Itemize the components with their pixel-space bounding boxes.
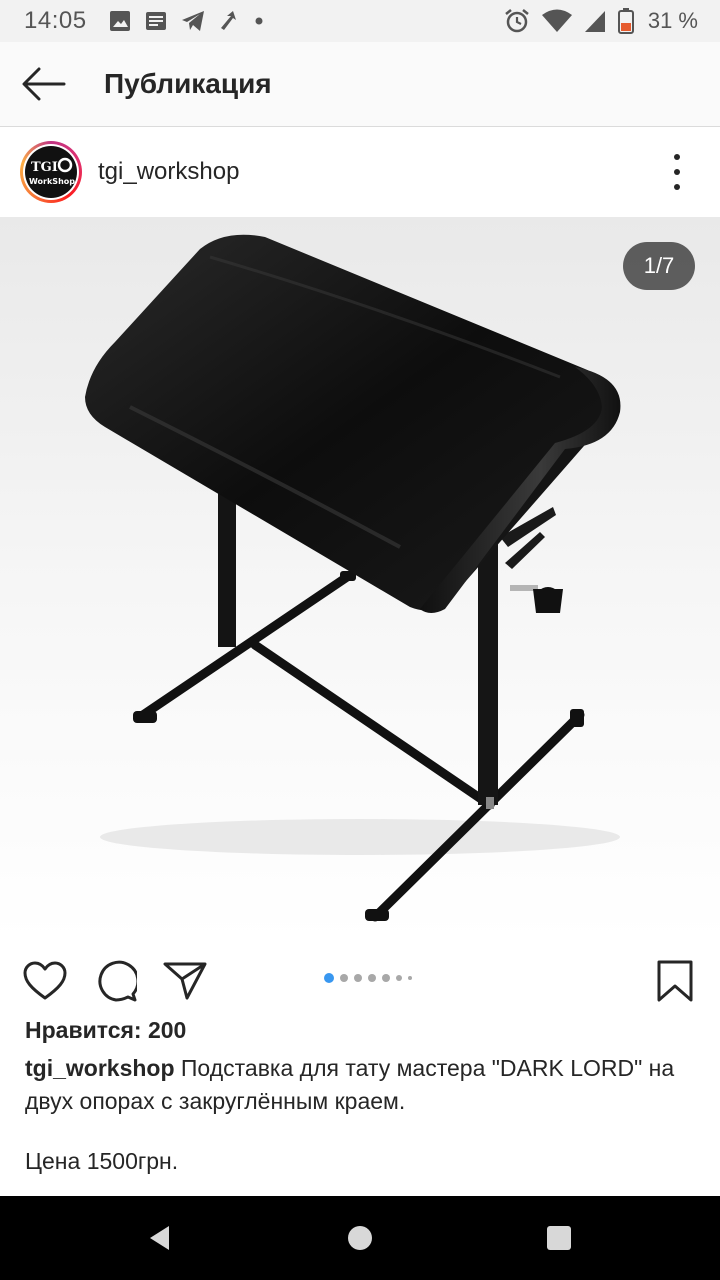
bookmark-icon	[657, 960, 693, 1002]
nav-recents-button[interactable]	[539, 1218, 579, 1258]
back-arrow-icon	[22, 67, 66, 101]
heart-icon	[23, 961, 67, 1000]
save-button[interactable]	[652, 958, 698, 1004]
system-nav-bar	[0, 1196, 720, 1280]
caption: tgi_workshop Подставка для тату мастера …	[25, 1052, 697, 1118]
likes-count[interactable]: Нравится: 200	[25, 1017, 186, 1044]
wifi-icon	[541, 9, 572, 32]
like-button[interactable]	[22, 958, 68, 1004]
back-button[interactable]	[12, 52, 76, 116]
alarm-icon	[505, 9, 529, 33]
telegram-icon	[181, 11, 204, 31]
svg-text:WorkShop: WorkShop	[29, 177, 75, 186]
svg-text:TGI: TGI	[31, 160, 58, 175]
nav-recents-icon	[547, 1226, 571, 1250]
more-dot	[674, 154, 680, 160]
post-header: TGI WorkShop tgi_workshop	[0, 127, 720, 217]
comment-button[interactable]	[93, 958, 139, 1004]
caption-price: Цена 1500грн.	[25, 1148, 179, 1174]
avatar[interactable]: TGI WorkShop	[20, 141, 82, 203]
carousel-dot	[368, 974, 376, 982]
share-icon	[163, 962, 207, 1000]
carousel-dot	[408, 976, 412, 980]
signal-icon	[584, 11, 605, 32]
more-dot	[674, 184, 680, 190]
post-image[interactable]: 1/7	[0, 217, 720, 942]
action-bar	[0, 942, 720, 1018]
share-button[interactable]	[162, 958, 208, 1004]
app-bar: Публикация	[0, 42, 720, 127]
more-options-button[interactable]	[662, 154, 692, 190]
arrow-icon	[220, 11, 236, 30]
battery-icon	[617, 8, 634, 34]
nav-back-icon	[150, 1226, 169, 1250]
image-icon	[109, 11, 130, 31]
battery-percent: 31 %	[647, 8, 698, 33]
carousel-dots	[324, 973, 412, 983]
status-time: 14:05	[24, 7, 87, 34]
carousel-dot	[396, 975, 402, 981]
carousel-dot-active	[324, 973, 334, 983]
carousel-dot	[354, 974, 362, 982]
more-dot	[674, 169, 680, 175]
carousel-dot	[382, 974, 390, 982]
caption-username[interactable]: tgi_workshop	[25, 1055, 175, 1081]
dot-icon	[255, 17, 263, 25]
post-username[interactable]: tgi_workshop	[98, 158, 239, 186]
page-title: Публикация	[104, 68, 272, 99]
status-bar: 14:05 31 %	[0, 0, 720, 42]
news-icon	[145, 12, 166, 30]
nav-home-icon	[348, 1226, 372, 1250]
nav-home-button[interactable]	[340, 1218, 380, 1258]
image-counter: 1/7	[623, 242, 695, 290]
tattoo-armrest-image	[85, 234, 621, 922]
nav-back-button[interactable]	[140, 1218, 180, 1258]
comment-icon	[98, 960, 137, 1002]
avatar-logo: TGI WorkShop	[29, 157, 75, 186]
carousel-dot	[340, 974, 348, 982]
